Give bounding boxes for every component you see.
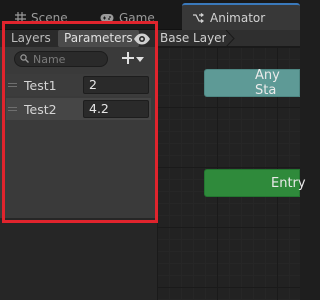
tab-animator-label: Animator [210, 10, 266, 25]
animator-icon [192, 12, 205, 23]
state-node-entry[interactable]: Entry [204, 169, 306, 197]
breadcrumb-base-layer[interactable]: Base Layer [160, 30, 227, 47]
highlight-rectangle [2, 21, 158, 223]
tab-animator[interactable]: Animator [182, 3, 300, 30]
state-node-any-state[interactable]: Any Sta [204, 68, 300, 98]
panel-empty-area [0, 218, 157, 300]
breadcrumb-arrow-icon [224, 29, 236, 48]
